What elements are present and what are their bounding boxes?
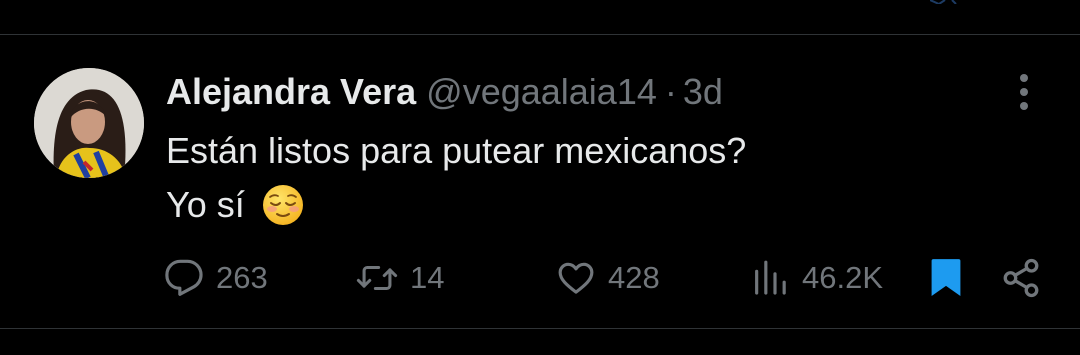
views-count: 46.2K (802, 260, 884, 295)
views-icon (755, 260, 786, 295)
share-button[interactable] (1000, 252, 1042, 304)
like-icon (558, 262, 594, 294)
bookmark-button[interactable] (928, 252, 964, 304)
top-divider (0, 34, 1080, 35)
retweet-count: 14 (410, 260, 445, 295)
tweet-text-line-2-text: Yo sí (166, 184, 245, 225)
bottom-divider (0, 328, 1080, 329)
avatar[interactable] (34, 68, 144, 178)
reply-icon (165, 259, 203, 296)
tweet-text-line-2: Yo sí (166, 178, 746, 232)
previous-tweet-icon-fragment (930, 0, 957, 4)
tweet-actions: 263 14 428 46.2K (0, 252, 1080, 304)
views-button[interactable]: 46.2K (750, 252, 883, 304)
timestamp[interactable]: 3d (683, 71, 723, 112)
tweet-header: Alejandra Vera @vegaalaia14 · 3d (166, 70, 723, 114)
like-count: 428 (608, 260, 660, 295)
author-name[interactable]: Alejandra Vera (166, 71, 416, 112)
retweet-icon (356, 265, 398, 291)
more-options-button[interactable] (1004, 72, 1044, 112)
bookmark-icon (931, 259, 961, 296)
share-icon (1003, 258, 1039, 298)
tweet-text-line-1: Están listos para putear mexicanos? (166, 130, 747, 171)
reply-button[interactable]: 263 (164, 252, 268, 304)
author-handle[interactable]: @vegaalaia14 (426, 71, 657, 112)
separator-dot: · (664, 71, 677, 112)
more-icon (1020, 74, 1028, 110)
tweet-text: Están listos para putear mexicanos? Yo s… (166, 124, 746, 232)
relieved-face-emoji (262, 185, 303, 225)
reply-count: 263 (216, 260, 268, 295)
retweet-button[interactable]: 14 (356, 252, 444, 304)
like-button[interactable]: 428 (556, 252, 660, 304)
